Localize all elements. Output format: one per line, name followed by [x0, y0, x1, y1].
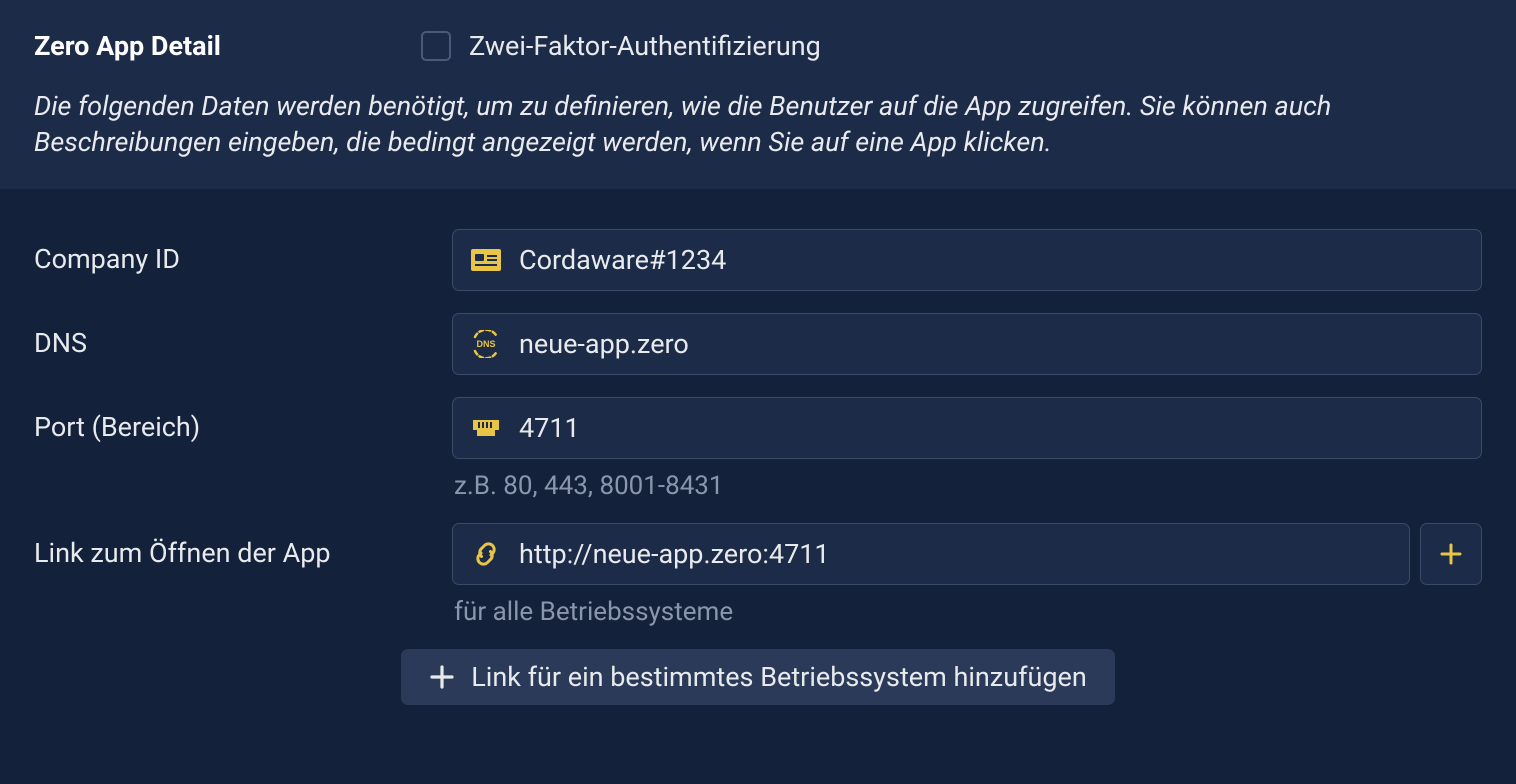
label-port: Port (Bereich)	[34, 397, 452, 443]
section-description: Die folgenden Daten werden benötigt, um …	[34, 88, 1482, 161]
two-factor-checkbox[interactable]	[421, 31, 451, 61]
svg-text:DNS: DNS	[476, 339, 495, 349]
row-port: Port (Bereich) z.B. 80, 443, 8001-8431	[34, 397, 1482, 501]
input-dns-box[interactable]: DNS	[452, 313, 1482, 375]
input-port-box[interactable]	[452, 397, 1482, 459]
two-factor-label: Zwei-Faktor-Authentifizierung	[469, 30, 821, 62]
section-title: Zero App Detail	[34, 30, 221, 62]
label-company-id: Company ID	[34, 229, 452, 275]
row-company-id: Company ID	[34, 229, 1482, 291]
helper-port: z.B. 80, 443, 8001-8431	[454, 471, 1482, 501]
form-area: Company ID DNS DNS Port (Bereich)	[0, 189, 1516, 725]
dns-icon: DNS	[471, 330, 501, 358]
input-port[interactable]	[519, 412, 1463, 444]
add-os-link-label: Link für ein bestimmtes Betriebssystem h…	[471, 661, 1087, 693]
input-company-id-box[interactable]	[452, 229, 1482, 291]
add-link-button[interactable]	[1420, 523, 1482, 585]
input-company-id[interactable]	[519, 244, 1463, 276]
helper-link: für alle Betriebssysteme	[454, 597, 1482, 627]
ethernet-icon	[471, 414, 501, 442]
label-dns: DNS	[34, 313, 452, 359]
add-os-link-button[interactable]: Link für ein bestimmtes Betriebssystem h…	[401, 649, 1115, 705]
input-dns[interactable]	[519, 328, 1463, 360]
input-link[interactable]	[519, 538, 1391, 570]
plus-icon	[429, 664, 455, 690]
two-factor-checkbox-wrap[interactable]: Zwei-Faktor-Authentifizierung	[421, 30, 821, 62]
label-link: Link zum Öffnen der App	[34, 523, 452, 569]
id-card-icon	[471, 246, 501, 274]
row-dns: DNS DNS	[34, 313, 1482, 375]
header-panel: Zero App Detail Zwei-Faktor-Authentifizi…	[0, 0, 1516, 189]
row-link: Link zum Öffnen der App für alle Betrieb…	[34, 523, 1482, 627]
input-link-box[interactable]	[452, 523, 1410, 585]
link-icon	[471, 540, 501, 568]
plus-icon	[1439, 542, 1463, 566]
